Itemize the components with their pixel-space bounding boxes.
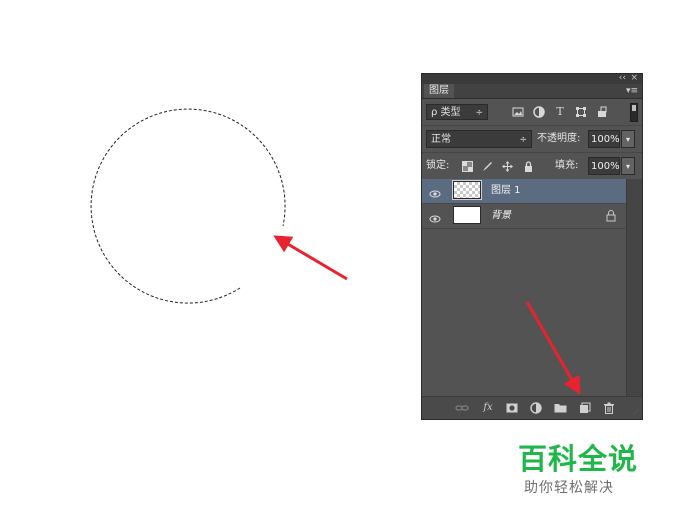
panel-menu-icon[interactable]: ▾≡	[626, 84, 638, 98]
lock-transparent-pixels-icon[interactable]	[462, 161, 473, 172]
blend-mode-label: 正常	[431, 134, 451, 145]
layers-panel: ‹‹ × 图层 ▾≡ ρ 类型 ÷ T 正常 ÷ 不透明度: 100% ▾ 锁定…	[421, 73, 643, 420]
watermark-title: 百科全说	[518, 442, 639, 476]
mask-icon[interactable]	[506, 402, 518, 414]
watermark-subtitle: 助你轻松解决	[524, 480, 614, 496]
lock-position-icon[interactable]	[502, 161, 513, 172]
collapse-panel-button[interactable]: ‹‹	[619, 72, 626, 84]
panel-tab-bar: 图层 ▾≡	[422, 84, 642, 99]
search-icon: ρ	[431, 107, 438, 118]
trash-icon[interactable]	[603, 402, 615, 414]
filter-kind-select[interactable]: ρ 类型 ÷	[426, 104, 488, 120]
adjustment-icon[interactable]	[530, 402, 542, 414]
eye-visibility-icon[interactable]	[429, 185, 441, 198]
filter-kind-label: 类型	[440, 107, 461, 118]
document-canvas[interactable]	[0, 0, 410, 532]
eye-visibility-icon[interactable]	[429, 210, 441, 223]
circular-selection-marquee	[90, 108, 286, 304]
layer-name: 图层 1	[491, 185, 521, 196]
image-filter-icon[interactable]	[512, 106, 524, 118]
opacity-dropdown-button[interactable]: ▾	[621, 130, 635, 148]
lock-all-icon[interactable]	[523, 161, 534, 172]
panel-title-bar: ‹‹ ×	[422, 72, 642, 84]
close-panel-button[interactable]: ×	[630, 72, 638, 84]
layer-filter-row: ρ 类型 ÷ T	[422, 99, 642, 126]
blend-mode-row: 正常 ÷ 不透明度: 100% ▾	[422, 126, 642, 153]
lock-icon	[606, 210, 616, 226]
fill-dropdown-button[interactable]: ▾	[621, 157, 635, 175]
layers-list: 图层 1 背景	[422, 179, 628, 396]
shape-filter-icon[interactable]	[575, 106, 587, 118]
fill-label: 填充:	[555, 160, 579, 171]
layers-bottom-toolbar: fx ⋰	[422, 396, 642, 419]
tab-layers[interactable]: 图层	[424, 84, 454, 98]
opacity-input[interactable]: 100%	[588, 130, 620, 148]
type-filter-icon[interactable]: T	[554, 106, 566, 118]
layers-scrollbar[interactable]	[626, 179, 642, 396]
opacity-label: 不透明度:	[537, 133, 581, 144]
folder-icon[interactable]	[554, 402, 567, 414]
adjustment-filter-icon[interactable]	[533, 106, 545, 118]
new-layer-icon[interactable]	[579, 402, 591, 414]
smart-object-filter-icon[interactable]	[596, 106, 608, 118]
fill-input[interactable]: 100%	[588, 157, 620, 175]
fx-icon[interactable]: fx	[480, 402, 496, 414]
layer-name: 背景	[491, 210, 511, 221]
layer-thumbnail	[452, 180, 482, 200]
link-icon[interactable]	[455, 402, 469, 414]
blend-mode-select[interactable]: 正常 ÷	[426, 130, 532, 148]
layer-thumbnail	[453, 206, 481, 224]
lock-image-pixels-icon[interactable]	[482, 161, 493, 172]
select-arrow-icon: ÷	[519, 135, 527, 145]
layer-row-layer-1[interactable]: 图层 1	[422, 179, 628, 204]
lock-row: 锁定: 填充: 100% ▾	[422, 153, 642, 180]
lock-label: 锁定:	[426, 160, 450, 171]
layer-row-background[interactable]: 背景	[422, 204, 628, 229]
filter-toggle-switch[interactable]	[630, 103, 638, 122]
select-arrow-icon: ÷	[475, 108, 483, 118]
resize-grip-icon[interactable]: ⋰	[633, 410, 639, 416]
